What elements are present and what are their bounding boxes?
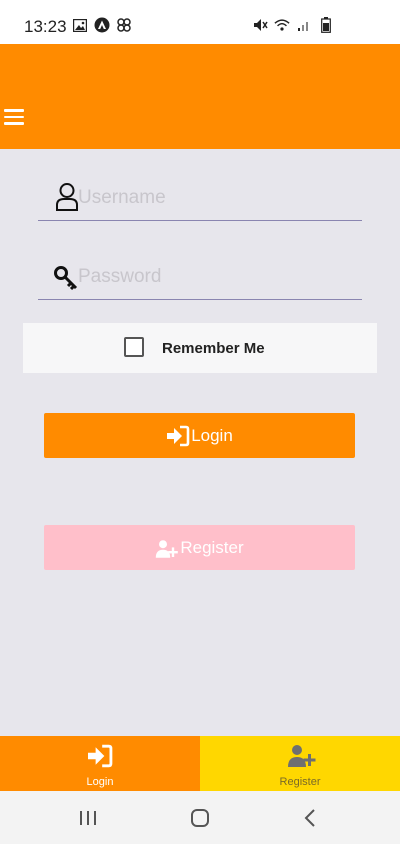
status-bar: 13:23: [0, 0, 400, 44]
status-time: 13:23: [24, 17, 67, 36]
remember-me-checkbox[interactable]: [124, 337, 144, 357]
username-input[interactable]: [78, 184, 348, 212]
username-field: [38, 171, 362, 221]
pinwheel-icon: [116, 17, 132, 33]
login-button[interactable]: Login: [44, 413, 355, 458]
user-plus-icon: [286, 744, 316, 768]
tab-register-label: Register: [279, 776, 321, 788]
wifi-icon: [274, 17, 290, 33]
app-a-icon: [94, 17, 110, 33]
register-button-label: Register: [180, 537, 244, 557]
remember-me-row[interactable]: Remember Me: [23, 323, 377, 373]
key-icon: [54, 261, 80, 291]
battery-icon: [318, 17, 334, 33]
sign-in-icon: [86, 744, 114, 768]
hamburger-menu-icon[interactable]: [4, 109, 24, 125]
status-right-icons: [252, 17, 334, 33]
recents-icon[interactable]: [77, 807, 99, 829]
tab-login[interactable]: Login: [0, 736, 200, 791]
mute-icon: [252, 17, 268, 33]
register-button[interactable]: Register: [44, 525, 355, 570]
remember-me-label: Remember Me: [162, 340, 265, 357]
user-plus-icon: [155, 537, 179, 559]
user-icon: [54, 182, 80, 212]
system-nav-bar: [0, 791, 400, 844]
password-field: [38, 250, 362, 300]
signal-icon: [296, 17, 312, 33]
back-icon[interactable]: [300, 807, 322, 829]
image-icon: [72, 17, 88, 33]
status-left-icons: [72, 17, 132, 33]
tab-login-label: Login: [86, 776, 114, 788]
home-icon[interactable]: [189, 807, 211, 829]
tab-register[interactable]: Register: [200, 736, 400, 791]
sign-in-icon: [166, 425, 190, 447]
password-input[interactable]: [78, 263, 348, 291]
bottom-nav: Login Register: [0, 736, 400, 791]
app-bar: [0, 44, 400, 149]
login-button-label: Login: [191, 425, 233, 445]
